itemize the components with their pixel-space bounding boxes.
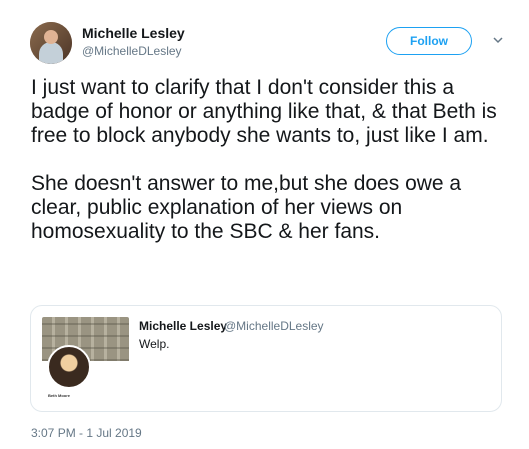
quoted-author-handle: @MichelleDLesley <box>224 319 324 333</box>
tweet-header: Michelle Lesley @MichelleDLesley Follow <box>30 22 508 66</box>
follow-button[interactable]: Follow <box>386 27 472 55</box>
author-handle[interactable]: @MichelleDLesley <box>82 44 182 58</box>
author-avatar[interactable] <box>30 22 72 64</box>
quoted-tweet-image[interactable]: Beth Moore <box>42 317 129 404</box>
quoted-tweet-text: Welp. <box>139 337 170 351</box>
tweet-timestamp[interactable]: 3:07 PM - 1 Jul 2019 <box>31 426 142 440</box>
chevron-down-icon[interactable] <box>491 34 505 48</box>
quoted-image-label: Beth Moore <box>48 393 70 398</box>
quoted-tweet[interactable]: Beth Moore Michelle Lesley @MichelleDLes… <box>30 305 502 412</box>
author-name[interactable]: Michelle Lesley <box>82 25 185 41</box>
quoted-author-name: Michelle Lesley <box>139 319 228 333</box>
tweet-text: I just want to clarify that I don't cons… <box>31 76 497 243</box>
